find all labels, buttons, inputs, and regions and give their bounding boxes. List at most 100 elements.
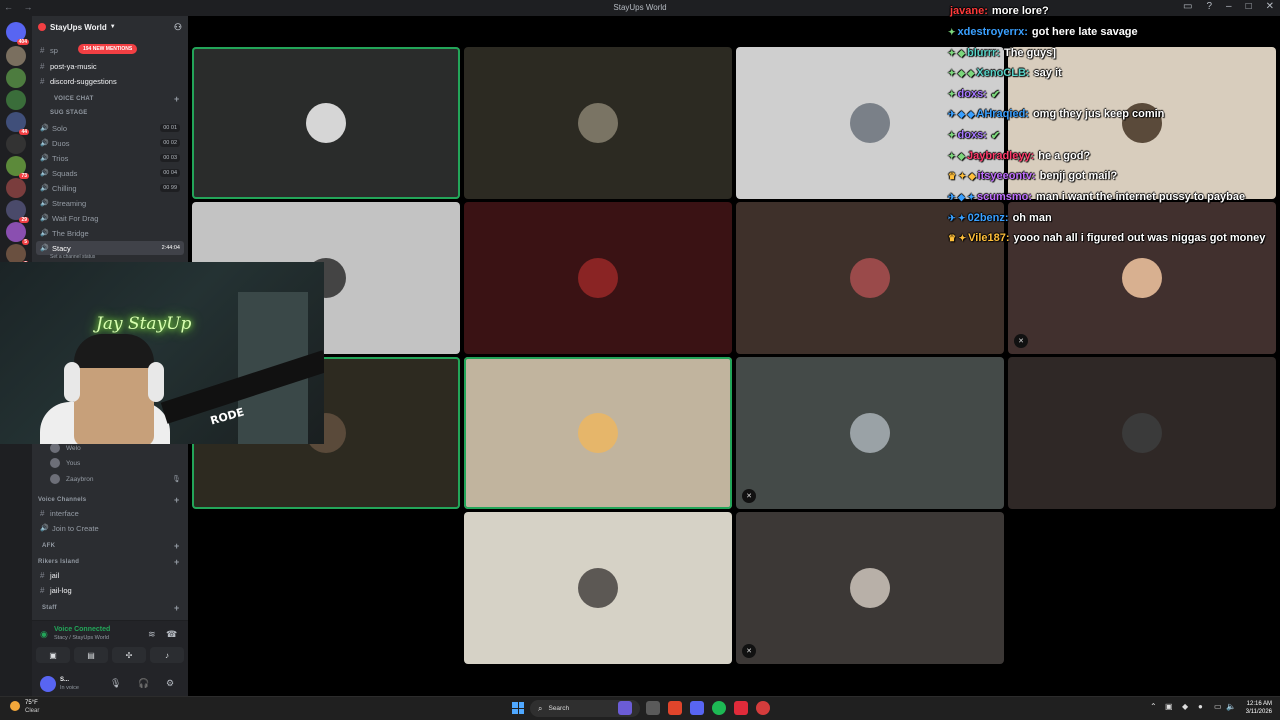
voice-channel-duos[interactable]: 🔊 Duos 00 02 bbox=[36, 136, 184, 150]
weather-temp[interactable]: 75°F bbox=[25, 700, 38, 706]
server-icon[interactable] bbox=[6, 46, 26, 66]
server-icon[interactable]: 5 bbox=[6, 222, 29, 245]
gear-icon[interactable]: ⚙ bbox=[166, 678, 174, 689]
channel-item[interactable]: # jail bbox=[36, 568, 184, 582]
help-icon[interactable]: ? bbox=[1206, 1, 1212, 12]
obs-icon[interactable] bbox=[756, 701, 770, 715]
video-tile[interactable]: ✕ bbox=[736, 357, 1004, 509]
video-tile[interactable] bbox=[464, 357, 732, 509]
avatar bbox=[850, 103, 890, 143]
voice-channel-trios[interactable]: 🔊 Trios 00 03 bbox=[36, 151, 184, 165]
chat-message: ♛ ✦ ◆ itsyeeontv: benji got mail? bbox=[948, 167, 1117, 185]
voice-location[interactable]: Stacy / StayUps World bbox=[54, 635, 109, 641]
home-button[interactable]: 404 bbox=[6, 22, 29, 45]
network-icon[interactable]: ▭ bbox=[1214, 702, 1222, 711]
category-staff[interactable]: Staff + bbox=[42, 603, 179, 613]
video-tile[interactable] bbox=[464, 512, 732, 664]
video-tile[interactable] bbox=[192, 47, 460, 199]
discord-icon[interactable] bbox=[690, 701, 704, 715]
server-icon[interactable] bbox=[6, 178, 26, 198]
taskbar-clock[interactable]: 12:16 AM 3/11/2026 bbox=[1238, 700, 1272, 716]
guild-header[interactable]: StayUps World ▼ ⚇ bbox=[32, 16, 188, 38]
server-icon[interactable]: 44 bbox=[6, 112, 29, 135]
voice-user[interactable]: Zaaybron 🎙 bbox=[50, 472, 181, 486]
server-icon[interactable]: 3 bbox=[6, 244, 29, 267]
new-mentions-pill[interactable]: 194 NEW MENTIONS bbox=[78, 44, 138, 54]
voice-connected-panel: ◉ Voice Connected Stacy / StayUps World … bbox=[32, 620, 188, 672]
headphones-icon[interactable]: 🎧 bbox=[138, 678, 149, 689]
plus-icon[interactable]: + bbox=[174, 541, 180, 551]
video-tile[interactable]: ✕ bbox=[736, 512, 1004, 664]
screen-share-button[interactable]: ▤ bbox=[74, 647, 108, 663]
avatar bbox=[578, 258, 618, 298]
app-icon[interactable] bbox=[618, 701, 632, 715]
category-voice-chat[interactable]: VOICE CHAT + bbox=[54, 94, 179, 104]
server-icon[interactable]: 73 bbox=[6, 156, 29, 179]
voice-channel-wait-for-drag[interactable]: 🔊 Wait For Drag bbox=[36, 211, 184, 225]
server-icon[interactable] bbox=[6, 134, 26, 154]
server-icon[interactable] bbox=[6, 90, 26, 110]
chat-text: more lore? bbox=[991, 5, 1049, 17]
inbox-icon[interactable]: ▭ bbox=[1183, 1, 1192, 12]
microphone-icon[interactable]: 🎙 bbox=[110, 678, 121, 689]
file-explorer-icon[interactable] bbox=[646, 701, 660, 715]
tray-chevron-icon[interactable]: ⌃ bbox=[1150, 702, 1157, 711]
adobe-icon[interactable] bbox=[734, 701, 748, 715]
video-tile[interactable] bbox=[1008, 357, 1276, 509]
volume-icon[interactable]: 🔈 bbox=[1226, 702, 1236, 711]
voice-channel-the-bridge[interactable]: 🔊 The Bridge bbox=[36, 226, 184, 240]
channel-status-prompt[interactable]: Set a channel status bbox=[50, 254, 95, 260]
category-voice-channels[interactable]: Voice Channels + bbox=[38, 495, 179, 505]
maximize-button[interactable]: □ bbox=[1246, 1, 1252, 12]
add-member-icon[interactable]: ⚇ bbox=[174, 22, 182, 33]
clock-time: 12:16 AM bbox=[1246, 701, 1272, 707]
start-button[interactable] bbox=[512, 702, 524, 714]
weather-condition[interactable]: Clear bbox=[25, 708, 39, 714]
voice-channel-chilling[interactable]: 🔊 Chilling 00 99 bbox=[36, 181, 184, 195]
close-button[interactable]: ✕ bbox=[1266, 1, 1274, 12]
tray-app-icon[interactable]: ◆ bbox=[1182, 702, 1188, 711]
chat-badges: ♛ ✦ bbox=[948, 232, 967, 243]
signal-icon[interactable]: ◉ bbox=[40, 629, 48, 640]
voice-channel-stacy[interactable]: 🔊 Stacy 2:44:04 bbox=[36, 241, 184, 255]
video-tile[interactable] bbox=[464, 202, 732, 354]
category-afk[interactable]: AFK + bbox=[42, 541, 179, 551]
channel-item[interactable]: # discord-suggestions bbox=[36, 74, 184, 88]
chat-username: Jaybradleyy: bbox=[966, 150, 1035, 162]
tray-app-icon[interactable]: ● bbox=[1198, 702, 1203, 711]
channel-item[interactable]: # interface bbox=[36, 506, 184, 520]
stage-channel[interactable]: SUG STAGE bbox=[50, 110, 88, 116]
spotify-icon[interactable] bbox=[712, 701, 726, 715]
plus-icon[interactable]: + bbox=[174, 557, 180, 567]
chat-badges: ♛ ✦ ◆ bbox=[948, 170, 976, 181]
server-badge: 29 bbox=[19, 217, 29, 223]
camera-toggle-button[interactable]: ▣ bbox=[36, 647, 70, 663]
server-icon[interactable]: 29 bbox=[6, 200, 29, 223]
channel-item[interactable]: 🔊 Join to Create bbox=[36, 521, 184, 535]
disconnect-icon[interactable]: ☎ bbox=[166, 629, 177, 640]
video-tile[interactable] bbox=[464, 47, 732, 199]
voice-channel-squads[interactable]: 🔊 Squads 00 04 bbox=[36, 166, 184, 180]
voice-user[interactable]: Yous bbox=[50, 456, 80, 470]
voice-user-name: Welo bbox=[66, 444, 81, 452]
plus-icon[interactable]: + bbox=[174, 94, 180, 104]
weather-icon[interactable] bbox=[10, 701, 20, 711]
voice-channel-streaming[interactable]: 🔊 Streaming bbox=[36, 196, 184, 210]
voice-user-name: Yous bbox=[66, 459, 81, 467]
tray-app-icon[interactable]: ▣ bbox=[1165, 702, 1173, 711]
channel-item[interactable]: # jail-log bbox=[36, 583, 184, 597]
channel-label: Trios bbox=[52, 153, 69, 163]
chat-text: omg they jus keep comin bbox=[1032, 108, 1165, 120]
channel-item[interactable]: # post-ya-music bbox=[36, 59, 184, 73]
soundboard-button[interactable]: ♪ bbox=[150, 647, 184, 663]
minimize-button[interactable]: – bbox=[1226, 1, 1232, 12]
plus-icon[interactable]: + bbox=[174, 495, 180, 505]
noise-suppression-icon[interactable]: ≋ bbox=[148, 629, 156, 640]
activities-button[interactable]: ✣ bbox=[112, 647, 146, 663]
voice-channel-solo[interactable]: 🔊 Solo 00 01 bbox=[36, 121, 184, 135]
avatar[interactable] bbox=[40, 676, 56, 692]
category-rikers-island[interactable]: Rikers Island + bbox=[38, 557, 179, 567]
plus-icon[interactable]: + bbox=[174, 603, 180, 613]
server-icon[interactable] bbox=[6, 68, 26, 88]
brave-browser-icon[interactable] bbox=[668, 701, 682, 715]
